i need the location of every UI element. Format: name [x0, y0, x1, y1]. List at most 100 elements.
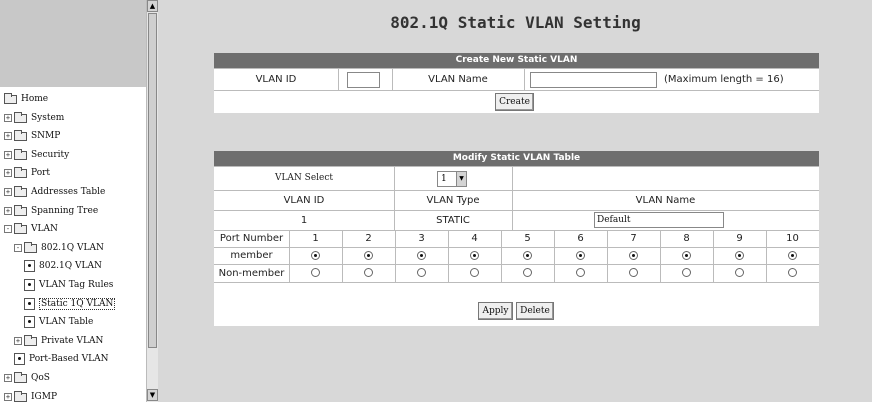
page-icon: [14, 353, 25, 365]
vlan-id-label: VLAN ID: [255, 73, 297, 85]
folder-icon: [14, 129, 27, 141]
member-radio-port-6[interactable]: [575, 251, 585, 260]
create-button[interactable]: Create: [495, 93, 534, 111]
member-radio-port-1[interactable]: [310, 251, 320, 260]
sidebar-item-qos[interactable]: + QoS: [4, 369, 50, 387]
sidebar-item-802-1q-vlan[interactable]: 802.1Q VLAN: [24, 257, 102, 275]
folder-icon: [14, 185, 27, 197]
vlan-select-value: 1: [441, 174, 447, 184]
row-vlan-type: STATIC: [436, 214, 470, 226]
sidebar-item-label: Static 1Q VLAN: [39, 298, 116, 310]
modify-vlan-panel: Modify Static VLAN Table VLAN Select 1 ▼…: [214, 151, 819, 326]
nonmember-radio-port-8[interactable]: [681, 268, 691, 277]
sidebar-item-vlan-tag-rules[interactable]: VLAN Tag Rules: [24, 276, 113, 294]
scrollbar-thumb[interactable]: [148, 13, 157, 348]
sidebar-item-label: Port: [31, 168, 51, 178]
folder-icon: [14, 371, 27, 383]
member-radio-port-3[interactable]: [416, 251, 426, 260]
port-number: 2: [365, 233, 372, 244]
apply-button[interactable]: Apply: [478, 302, 513, 320]
sidebar-item-label: SNMP: [31, 131, 61, 141]
expand-icon[interactable]: +: [4, 393, 12, 401]
sidebar-item-vlan-table[interactable]: VLAN Table: [24, 313, 93, 331]
folder-icon: [14, 204, 27, 216]
folder-icon: [14, 111, 27, 123]
expand-icon[interactable]: +: [14, 337, 22, 345]
folder-icon: [24, 334, 37, 346]
sidebar-item-static-1q-vlan[interactable]: Static 1Q VLAN: [24, 295, 116, 313]
sidebar-item-private-vlan[interactable]: + Private VLAN: [14, 332, 103, 350]
port-number: 1: [312, 233, 319, 244]
sidebar-item-home[interactable]: Home: [4, 90, 48, 108]
expand-icon[interactable]: +: [4, 151, 12, 159]
main-content: 802.1Q Static VLAN Setting Create New St…: [159, 0, 872, 402]
app-window: Home + System + SNMP + Security + Port + Addresses…: [0, 0, 872, 402]
sidebar-item-addresses-table[interactable]: + Addresses Table: [4, 183, 105, 201]
collapse-icon[interactable]: -: [4, 225, 12, 233]
sidebar-item-label: Port-Based VLAN: [29, 354, 109, 364]
member-radio-port-9[interactable]: [734, 251, 744, 260]
expand-icon[interactable]: +: [4, 207, 12, 215]
member-radio-port-10[interactable]: [787, 251, 797, 260]
member-radio-port-4[interactable]: [469, 251, 479, 260]
sidebar: Home + System + SNMP + Security + Port + Addresses…: [0, 0, 158, 402]
member-radio-port-2[interactable]: [363, 251, 373, 260]
page-icon: [24, 298, 35, 310]
member-label: member: [230, 250, 273, 261]
member-radio-port-5[interactable]: [522, 251, 532, 260]
sidebar-item-igmp[interactable]: + IGMP: [4, 388, 57, 402]
sidebar-item-security[interactable]: + Security: [4, 146, 69, 164]
member-radio-port-7[interactable]: [628, 251, 638, 260]
nonmember-radio-port-3[interactable]: [416, 268, 426, 277]
col-vlan-type: VLAN Type: [426, 194, 480, 206]
nonmember-radio-port-1[interactable]: [310, 268, 320, 277]
sidebar-item-label: Spanning Tree: [31, 206, 99, 216]
expand-icon[interactable]: +: [4, 169, 12, 177]
vlan-select-dropdown[interactable]: 1 ▼: [437, 171, 467, 187]
sidebar-item-label: 802.1Q VLAN: [39, 261, 102, 271]
nonmember-radio-port-7[interactable]: [628, 268, 638, 277]
port-number: 7: [630, 233, 637, 244]
max-length-note: (Maximum length = 16): [664, 73, 784, 85]
sidebar-item-port[interactable]: + Port: [4, 164, 50, 182]
sidebar-item-snmp[interactable]: + SNMP: [4, 127, 60, 145]
vlan-name-input[interactable]: [530, 72, 657, 88]
expand-icon[interactable]: +: [4, 132, 12, 140]
port-number: 10: [786, 233, 799, 244]
folder-icon: [14, 390, 27, 402]
sidebar-item-spanning-tree[interactable]: + Spanning Tree: [4, 202, 98, 220]
delete-button[interactable]: Delete: [516, 302, 554, 320]
sidebar-item-port-based-vlan[interactable]: Port-Based VLAN: [14, 350, 108, 368]
nonmember-radio-port-10[interactable]: [787, 268, 797, 277]
col-vlan-name: VLAN Name: [635, 194, 696, 206]
sidebar-item-label: 802.1Q VLAN: [41, 243, 104, 253]
nonmember-radio-port-2[interactable]: [363, 268, 373, 277]
scroll-down-arrow-icon[interactable]: ▼: [147, 389, 158, 401]
expand-icon[interactable]: +: [4, 114, 12, 122]
expand-icon[interactable]: +: [4, 188, 12, 196]
page-icon: [24, 316, 35, 328]
nonmember-radio-port-5[interactable]: [522, 268, 532, 277]
vlan-id-input[interactable]: [347, 72, 380, 88]
collapse-icon[interactable]: -: [14, 244, 22, 252]
expand-icon[interactable]: +: [4, 374, 12, 382]
scroll-up-arrow-icon[interactable]: ▲: [147, 0, 158, 12]
sidebar-item-802-1q-vlan[interactable]: - 802.1Q VLAN: [14, 239, 104, 257]
sidebar-item-label: QoS: [31, 373, 50, 383]
sidebar-item-system[interactable]: + System: [4, 109, 64, 127]
port-number: 8: [683, 233, 690, 244]
sidebar-item-vlan[interactable]: - VLAN: [4, 220, 58, 238]
create-vlan-panel: Create New Static VLAN VLAN ID VLAN Name…: [214, 53, 819, 113]
nonmember-radio-port-9[interactable]: [734, 268, 744, 277]
chevron-down-icon[interactable]: ▼: [456, 172, 466, 186]
vlan-name-edit-input[interactable]: Default: [594, 212, 724, 228]
port-number: 4: [471, 233, 478, 244]
member-radio-port-8[interactable]: [681, 251, 691, 260]
folder-icon: [24, 241, 37, 253]
sidebar-scrollbar[interactable]: ▲ ▼: [146, 0, 158, 402]
sidebar-banner: [0, 0, 146, 87]
folder-icon: [14, 166, 27, 178]
nonmember-radio-port-4[interactable]: [469, 268, 479, 277]
nonmember-radio-port-6[interactable]: [575, 268, 585, 277]
port-number: 6: [577, 233, 584, 244]
